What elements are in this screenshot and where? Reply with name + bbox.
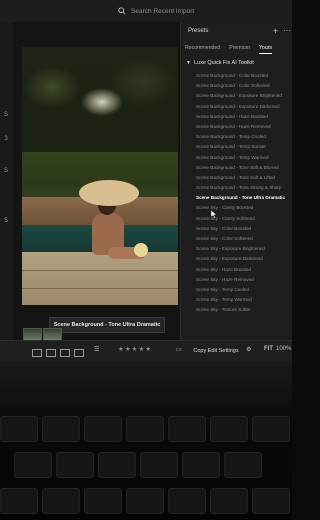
- bottom-toolbar: ☰ ★★★★★ ▭ Copy Edit Settings ⚙ FIT 100%: [0, 340, 292, 362]
- search-icon: [118, 7, 126, 15]
- preset-group-header[interactable]: ▼ Luxe Quick Fix AI Toolkit: [186, 60, 254, 66]
- grid-view-icon[interactable]: [32, 349, 42, 357]
- keyboard-key: [210, 416, 248, 442]
- keyboard-key: [252, 488, 290, 514]
- keyboard-key: [140, 452, 178, 478]
- tab-premium[interactable]: Premium: [229, 44, 250, 54]
- deck-line: [22, 270, 178, 271]
- preset-item[interactable]: Scene Sky - Temp Cooled: [196, 285, 292, 295]
- fit-button[interactable]: FIT: [264, 346, 273, 352]
- preset-item-selected[interactable]: Scene Background - Tone Ultra Dramatic: [196, 193, 292, 203]
- preset-item[interactable]: Scene Background - Haze Removed: [196, 122, 292, 132]
- more-options-icon[interactable]: ···: [283, 26, 291, 35]
- photo-canvas[interactable]: Scene Background - Tone Ultra Dramatic: [13, 22, 180, 357]
- preset-group-label: Luxe Quick Fix AI Toolkit: [193, 60, 254, 66]
- preset-item[interactable]: Scene Sky - Temp Warmed: [196, 295, 292, 305]
- star-rating[interactable]: ★★★★★: [118, 345, 152, 353]
- keyboard-key: [252, 416, 290, 442]
- keyboard-key: [84, 416, 122, 442]
- preset-item[interactable]: Scene Sky - Texture Softer: [196, 305, 292, 315]
- search-bar[interactable]: Search Recent Import: [118, 4, 268, 18]
- keyboard-key: [182, 452, 220, 478]
- copy-edit-settings-button[interactable]: Copy Edit Settings: [192, 345, 240, 356]
- preset-item[interactable]: Scene Background - Temp Cooled: [196, 132, 292, 142]
- mouse-cursor-icon: [211, 210, 217, 219]
- top-bar: Search Recent Import: [0, 0, 292, 23]
- preset-item[interactable]: Scene Background - Exposure Brightened: [196, 91, 292, 101]
- preset-item[interactable]: Scene Sky - Color Softened: [196, 234, 292, 244]
- photo-preview[interactable]: [22, 47, 178, 305]
- deck-line: [22, 288, 178, 289]
- preset-item[interactable]: Scene Sky - Color Boosted: [196, 224, 292, 234]
- square-grid-icon[interactable]: [46, 349, 56, 357]
- info-icon[interactable]: ▭: [176, 346, 182, 353]
- preset-item[interactable]: Scene Background - Tone Soft & Blurred: [196, 163, 292, 173]
- left-toolstrip: S 3 S S: [0, 22, 14, 340]
- strip-mark[interactable]: S: [2, 218, 10, 224]
- presets-tabs: Recommended Premium Yours: [185, 44, 291, 54]
- preset-caption: Scene Background - Tone Ultra Dramatic: [49, 317, 165, 333]
- preset-item[interactable]: Scene Background - Temp Sunset: [196, 142, 292, 152]
- keyboard-key: [126, 416, 164, 442]
- preset-item[interactable]: Scene Background - Color Boosted: [196, 71, 292, 81]
- compare-view-icon[interactable]: [74, 349, 84, 357]
- keyboard-key: [0, 488, 38, 514]
- preset-item[interactable]: Scene Sky - Haze Boosted: [196, 265, 292, 275]
- gear-icon[interactable]: ⚙: [246, 346, 251, 353]
- preset-list: Scene Background - Color Boosted Scene Ba…: [196, 71, 292, 316]
- preset-item[interactable]: Scene Background - Color Softened: [196, 81, 292, 91]
- keyboard-key: [210, 488, 248, 514]
- preset-item[interactable]: Scene Background - Haze Boosted: [196, 112, 292, 122]
- keyboard-key: [168, 416, 206, 442]
- sort-icon[interactable]: ☰: [94, 346, 99, 353]
- keyboard-key: [56, 452, 94, 478]
- preset-item[interactable]: Scene Background - Tone Soft & Lifted: [196, 173, 292, 183]
- strip-mark[interactable]: 3: [2, 136, 10, 142]
- keyboard-key: [224, 452, 262, 478]
- drink-glass: [134, 243, 148, 257]
- preset-item[interactable]: Scene Sky - Exposure Darkened: [196, 254, 292, 264]
- chevron-down-icon: ▼: [186, 60, 191, 66]
- keyboard-key: [14, 452, 52, 478]
- sun-hat: [79, 180, 139, 206]
- laptop-keyboard: [0, 362, 292, 520]
- presets-panel: Presets + ··· Recommended Premium Yours …: [180, 22, 292, 340]
- panel-title: Presets: [188, 28, 209, 34]
- keyboard-key: [84, 488, 122, 514]
- preset-item[interactable]: Scene Background - Exposure Darkened: [196, 102, 292, 112]
- tab-yours[interactable]: Yours: [258, 44, 273, 54]
- preset-item[interactable]: Scene Background - Tone Strong & Sharp: [196, 183, 292, 193]
- zoom-level[interactable]: 100%: [276, 346, 291, 352]
- preset-item[interactable]: Scene Sky - Exposure Brightened: [196, 244, 292, 254]
- keyboard-key: [98, 452, 136, 478]
- detail-view-icon[interactable]: [60, 349, 70, 357]
- preset-item[interactable]: Scene Sky - Haze Removed: [196, 275, 292, 285]
- keyboard-key: [168, 488, 206, 514]
- tab-recommended[interactable]: Recommended: [185, 44, 220, 54]
- preset-item[interactable]: Scene Background - Temp Warmed: [196, 153, 292, 163]
- search-placeholder: Search Recent Import: [131, 7, 195, 15]
- keyboard-key: [42, 416, 80, 442]
- photo-deck: [22, 252, 178, 305]
- strip-mark[interactable]: S: [2, 112, 10, 118]
- keyboard-key: [42, 488, 80, 514]
- add-preset-icon[interactable]: +: [273, 26, 278, 36]
- keyboard-key: [0, 416, 38, 442]
- keyboard-key: [126, 488, 164, 514]
- strip-mark[interactable]: S: [2, 168, 10, 174]
- app-window: Search Recent Import S 3 S S Scene Backg…: [0, 0, 292, 362]
